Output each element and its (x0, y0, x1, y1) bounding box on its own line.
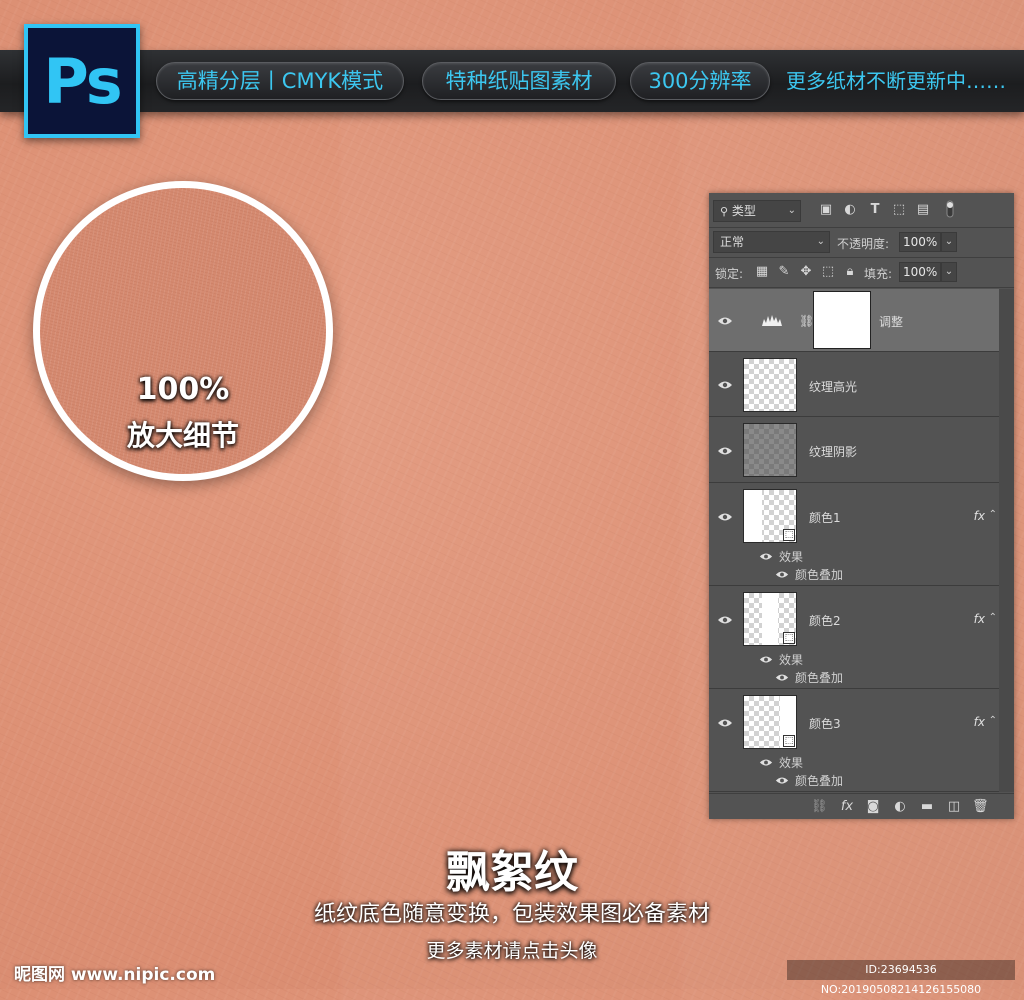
chevron-down-icon: ⌄ (787, 205, 796, 216)
lock-row: 锁定: ▦ ✎ ✥ ⬚ 🔒︎ 填充: 100% ⌄ (709, 257, 1014, 288)
new-group-icon[interactable]: ▬ (919, 800, 935, 814)
trash-icon[interactable]: 🗑︎ (972, 800, 989, 814)
fx-icon[interactable]: fx (974, 715, 985, 729)
layer-row-color-2[interactable]: ⬚ 颜色2 fx ⌃ 效果 颜色叠加 (709, 587, 999, 689)
filter-type-label: 类型 (731, 204, 756, 218)
layer-thumbnail[interactable]: ⬚ (743, 489, 797, 543)
layer-name: 颜色2 (809, 614, 841, 628)
lock-position-icon[interactable]: ✥ (799, 265, 813, 279)
filter-row: ⚲ 类型 ⌄ ▣ ◐ T ⬚ ▤ (709, 193, 1014, 228)
eye-icon[interactable] (717, 615, 733, 625)
zoom-percent: 100% (136, 372, 230, 407)
add-style-icon[interactable]: fx (839, 800, 855, 814)
layer-name: 纹理高光 (809, 380, 858, 394)
shape-filter-icon[interactable]: ⬚ (892, 203, 906, 217)
eye-icon[interactable] (717, 446, 733, 456)
fill-label: 填充: (864, 267, 893, 281)
effect-name[interactable]: 颜色叠加 (795, 669, 843, 686)
feature-pill-resolution: 300分辨率 (630, 62, 770, 100)
fx-icon[interactable]: fx (974, 509, 985, 523)
eye-icon[interactable] (759, 552, 775, 562)
layer-mask-thumbnail[interactable] (813, 291, 871, 349)
layer-row-color-1[interactable]: ⬚ 颜色1 fx ⌃ 效果 颜色叠加 (709, 484, 999, 586)
add-mask-icon[interactable]: ◙ (865, 800, 881, 814)
shape-mask-icon: ⬚ (783, 632, 795, 644)
lock-paint-icon[interactable]: ✎ (777, 265, 791, 279)
adjustment-filter-icon[interactable]: ◐ (843, 203, 857, 217)
lock-label: 锁定: (715, 267, 744, 281)
filter-toggle-icon[interactable] (945, 200, 955, 222)
effect-name[interactable]: 颜色叠加 (795, 566, 843, 583)
logo-text: Ps (43, 44, 122, 118)
photoshop-logo: Ps (24, 24, 140, 138)
eye-icon[interactable] (717, 512, 733, 522)
eye-icon[interactable] (775, 570, 791, 580)
eye-icon[interactable] (717, 316, 733, 326)
layer-thumbnail[interactable]: ⬚ (743, 592, 797, 646)
link-layers-icon[interactable]: ⛓︎ (811, 800, 828, 814)
type-filter-icon[interactable]: T (868, 203, 882, 217)
chevron-up-icon[interactable]: ⌃ (989, 715, 997, 726)
id-watermark: ID:23694536 NO:20190508214126155080 (787, 960, 1015, 996)
layers-bottom-bar: ⛓︎ fx ◙ ◐ ▬ ◫ 🗑︎ (709, 793, 1014, 819)
fill-input[interactable]: 100% (899, 262, 941, 282)
effect-name[interactable]: 颜色叠加 (795, 772, 843, 789)
lock-transparent-icon[interactable]: ▦ (755, 265, 769, 279)
page-title: 飘絮纹 (446, 847, 578, 898)
chevron-up-icon[interactable]: ⌃ (989, 612, 997, 623)
fill-dropdown-button[interactable]: ⌄ (941, 262, 957, 282)
new-layer-icon[interactable]: ◫ (946, 800, 962, 814)
site-watermark: 昵图网 www.nipic.com (14, 965, 216, 985)
lock-all-icon[interactable]: 🔒︎ (843, 265, 857, 279)
banner-more-text: 更多纸材不断更新中…… (786, 69, 1006, 93)
layer-thumbnail[interactable]: ⬚ (743, 695, 797, 749)
fx-icon[interactable]: fx (974, 612, 985, 626)
zoom-label: 放大细节 (126, 419, 239, 452)
layer-row-color-3[interactable]: ⬚ 颜色3 fx ⌃ 效果 颜色叠加 (709, 690, 999, 792)
layer-name: 颜色3 (809, 717, 841, 731)
opacity-label: 不透明度: (837, 237, 890, 251)
zoom-detail-circle: 100% 放大细节 (33, 181, 333, 481)
page-subtitle: 纸纹底色随意变换，包装效果图必备素材 (313, 902, 710, 927)
chevron-down-icon: ⌄ (816, 236, 825, 247)
filter-type-select[interactable]: ⚲ 类型 ⌄ (713, 200, 801, 222)
shape-mask-icon: ⬚ (783, 529, 795, 541)
chevron-up-icon[interactable]: ⌃ (989, 509, 997, 520)
opacity-input[interactable]: 100% (899, 232, 941, 252)
feature-pill-layers: 高精分层丨CMYK模式 (156, 62, 404, 100)
layer-thumbnail[interactable] (743, 423, 797, 477)
levels-adjustment-icon (761, 313, 783, 327)
pixel-filter-icon[interactable]: ▣ (819, 203, 833, 217)
smart-object-filter-icon[interactable]: ▤ (916, 203, 930, 217)
layer-name: 调整 (879, 315, 904, 329)
layer-thumbnail[interactable] (743, 358, 797, 412)
search-icon: ⚲ (720, 205, 729, 218)
eye-icon[interactable] (759, 655, 775, 665)
feature-pill-texture: 特种纸贴图素材 (422, 62, 616, 100)
blend-mode-label: 正常 (720, 235, 745, 249)
effects-label: 效果 (779, 653, 804, 667)
link-icon[interactable]: ⛓︎ (799, 314, 814, 328)
layer-name: 纹理阴影 (809, 445, 858, 459)
lock-artboard-icon[interactable]: ⬚ (821, 265, 835, 279)
eye-icon[interactable] (717, 380, 733, 390)
eye-icon[interactable] (717, 718, 733, 728)
layer-row-adjustment[interactable]: ⛓︎ 调整 (709, 289, 999, 352)
layers-scrollbar[interactable] (999, 289, 1014, 792)
layer-name: 颜色1 (809, 511, 841, 525)
cta-text: 更多素材请点击头像 (426, 940, 598, 962)
layer-row-texture-shadow[interactable]: 纹理阴影 (709, 418, 999, 483)
effects-label: 效果 (779, 550, 804, 564)
eye-icon[interactable] (759, 758, 775, 768)
blend-row: 正常 ⌄ 不透明度: 100% ⌄ (709, 227, 1014, 258)
shape-mask-icon: ⬚ (783, 735, 795, 747)
effects-label: 效果 (779, 756, 804, 770)
blend-mode-select[interactable]: 正常 ⌄ (713, 231, 830, 253)
layer-row-texture-highlight[interactable]: 纹理高光 (709, 353, 999, 417)
eye-icon[interactable] (775, 776, 791, 786)
layers-panel: ⚲ 类型 ⌄ ▣ ◐ T ⬚ ▤ 正常 ⌄ 不透明度: 100% ⌄ 锁定: ▦… (709, 193, 1014, 819)
new-adjustment-icon[interactable]: ◐ (892, 800, 908, 814)
opacity-dropdown-button[interactable]: ⌄ (941, 232, 957, 252)
eye-icon[interactable] (775, 673, 791, 683)
